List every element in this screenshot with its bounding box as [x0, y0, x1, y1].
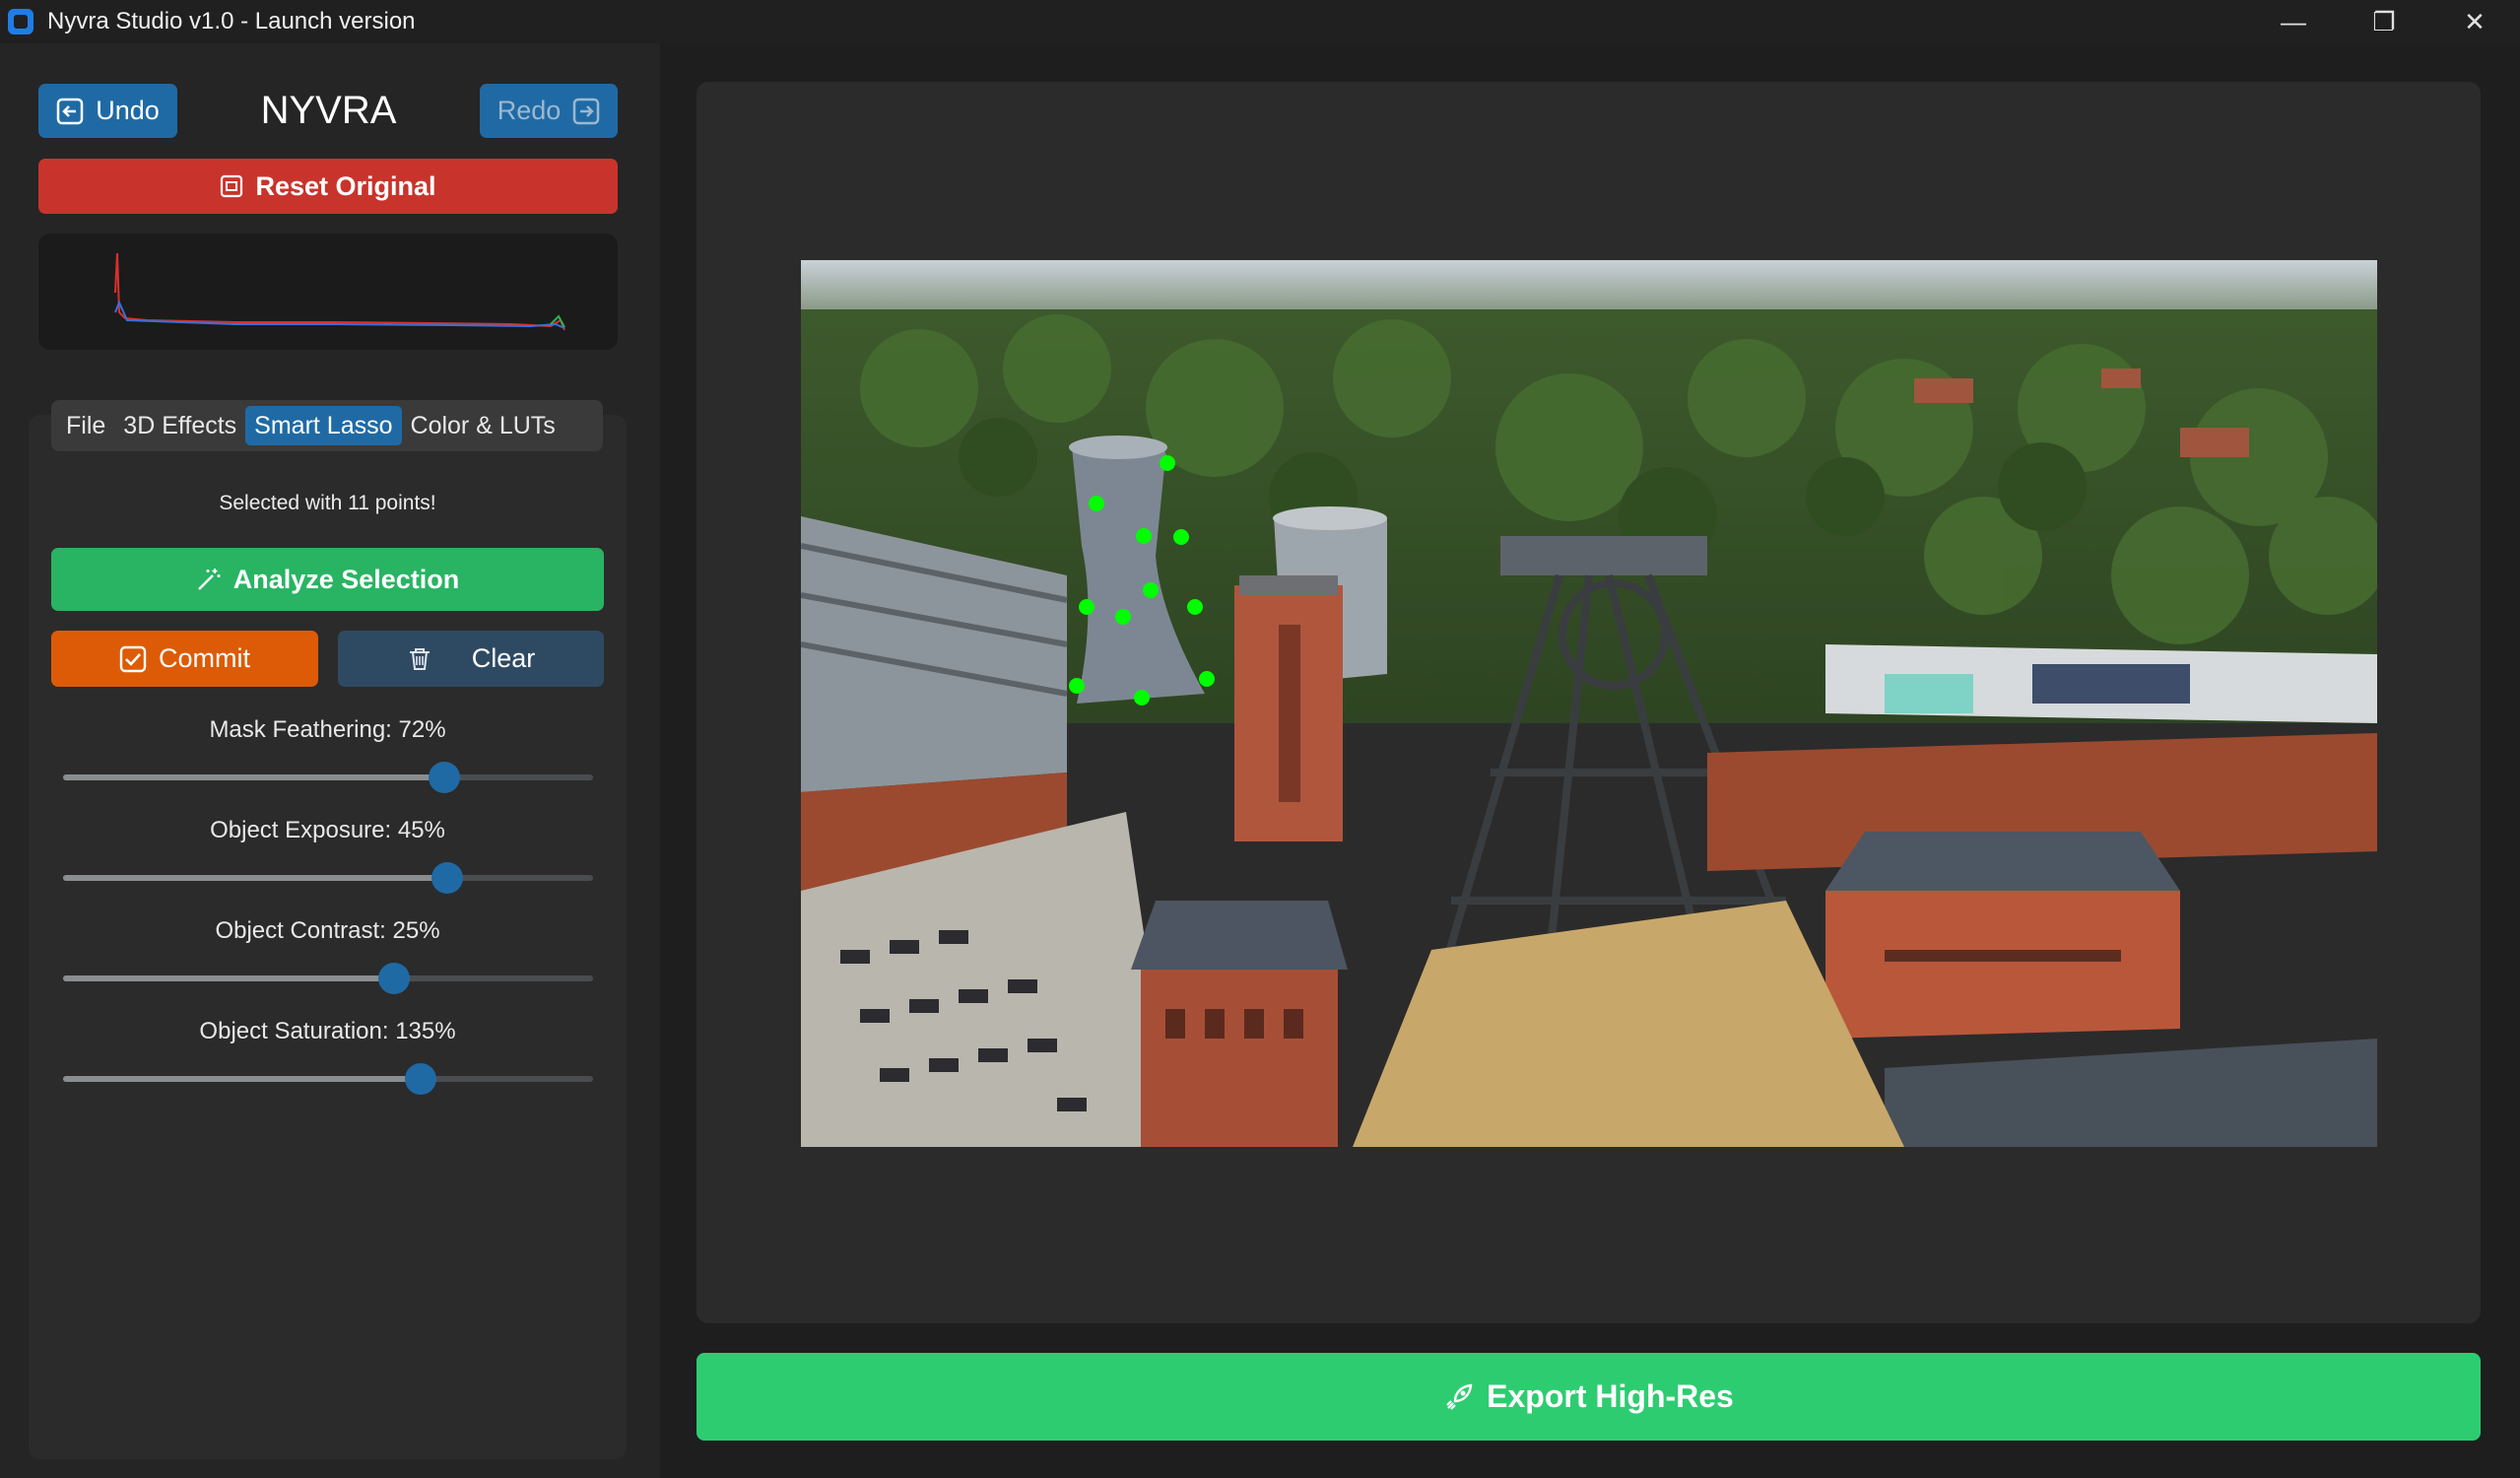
undo-label: Undo [96, 96, 160, 125]
tab-bar: File 3D Effects Smart Lasso Color & LUTs [51, 400, 603, 451]
redo-button[interactable]: Redo [480, 84, 618, 138]
slider-thumb[interactable] [378, 963, 411, 994]
photo-canvas[interactable] [801, 260, 2377, 1147]
arrow-left-box-icon [56, 98, 84, 125]
reset-label: Reset Original [255, 170, 436, 201]
object-contrast-slider[interactable] [63, 963, 593, 994]
arrow-right-box-icon [572, 98, 600, 125]
object-saturation-slider[interactable] [63, 1063, 593, 1095]
tab-color-luts[interactable]: Color & LUTs [402, 406, 564, 445]
export-label: Export High-Res [1487, 1378, 1734, 1414]
tab-smart-lasso[interactable]: Smart Lasso [245, 406, 402, 445]
reset-original-button[interactable]: Reset Original [38, 159, 618, 214]
commit-label: Commit [159, 643, 250, 673]
redo-label: Redo [497, 96, 562, 125]
tab-file[interactable]: File [57, 406, 114, 445]
selection-status: Selected with 11 points! [219, 492, 436, 514]
clear-button[interactable]: Clear [338, 631, 604, 687]
aerial-industrial-photo [801, 260, 2377, 1147]
checkbox-icon [119, 645, 147, 673]
trash-icon [407, 646, 432, 672]
brand-title: NYVRA [260, 89, 397, 132]
slider-fill [63, 1076, 422, 1082]
histogram [38, 234, 618, 350]
object-exposure-slider[interactable] [63, 862, 593, 894]
close-button[interactable]: ✕ [2429, 0, 2520, 43]
analyze-selection-button[interactable]: Analyze Selection [51, 548, 604, 611]
object-saturation-label: Object Saturation: 135% [199, 1018, 456, 1044]
window-controls: — ❐ ✕ [2248, 0, 2520, 43]
tab-3d-effects[interactable]: 3D Effects [114, 406, 245, 445]
slider-fill [63, 875, 448, 881]
object-contrast-label: Object Contrast: 25% [215, 917, 440, 944]
reset-icon [220, 174, 243, 198]
commit-button[interactable]: Commit [51, 631, 318, 687]
minimize-button[interactable]: — [2248, 0, 2339, 43]
maximize-button[interactable]: ❐ [2339, 0, 2429, 43]
slider-fill [63, 975, 395, 981]
title-bar: Nyvra Studio v1.0 - Launch version — ❐ ✕ [0, 0, 2520, 43]
export-high-res-button[interactable]: Export High-Res [696, 1353, 2481, 1441]
app-logo-icon [8, 9, 33, 34]
sidebar: Undo NYVRA Redo Reset Original File 3D E… [0, 43, 660, 1478]
magic-wand-icon [196, 567, 222, 592]
clear-label: Clear [471, 643, 536, 673]
slider-fill [63, 774, 445, 780]
object-exposure-label: Object Exposure: 45% [210, 817, 445, 843]
rocket-icon [1443, 1381, 1475, 1413]
undo-button[interactable]: Undo [38, 84, 177, 138]
mask-feathering-label: Mask Feathering: 72% [209, 716, 446, 743]
mask-feathering-slider[interactable] [63, 762, 593, 793]
window-title: Nyvra Studio v1.0 - Launch version [47, 8, 416, 34]
analyze-label: Analyze Selection [232, 564, 460, 594]
slider-thumb[interactable] [431, 862, 464, 894]
slider-thumb[interactable] [405, 1063, 437, 1095]
